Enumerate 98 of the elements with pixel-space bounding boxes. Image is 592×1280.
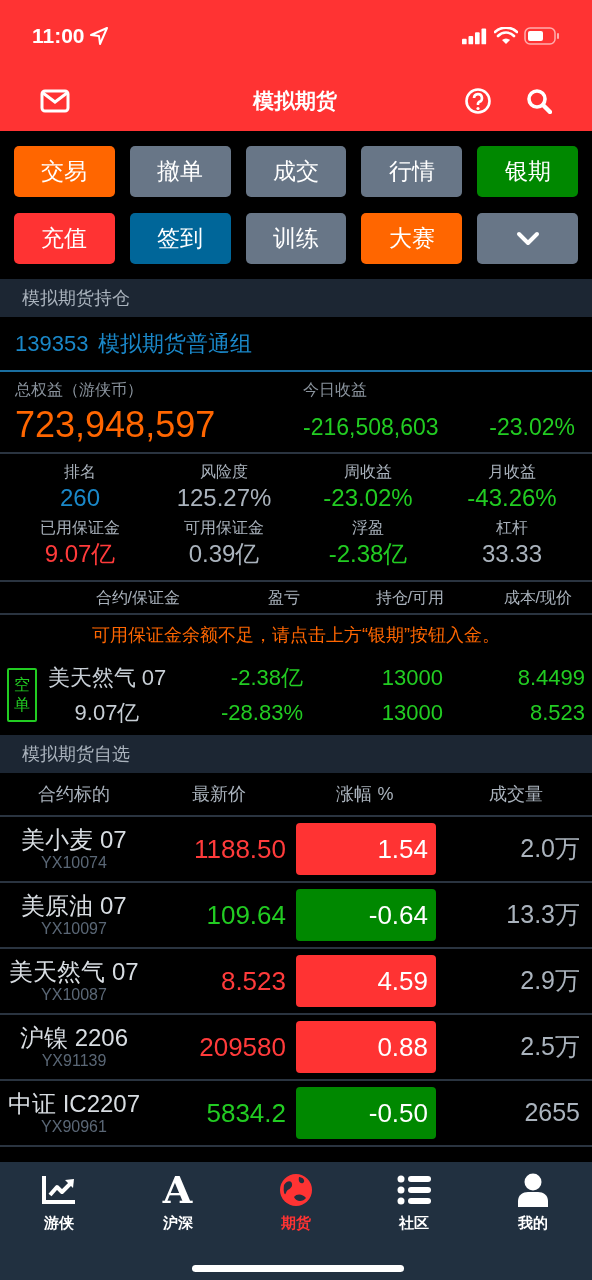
contract-name: 美天然气 07 [9,958,139,986]
change-value: -0.50 [296,1087,436,1139]
stat-label: 周收益 [344,462,392,482]
stat-value: -23.02% [323,483,413,513]
stat-value: 9.07亿 [44,539,116,569]
column-header: 合约标的 [37,782,111,806]
stat-label: 可用保证金 [184,518,264,538]
profit-loss: -2.38亿 [229,664,303,692]
stat-label: 杠杆 [496,518,528,538]
column-header: 持仓/可用 [374,587,445,608]
stat-value: 125.27% [176,483,272,513]
change-value: -0.64 [296,889,436,941]
mail-icon[interactable] [40,88,70,113]
chart-icon [41,1175,78,1205]
contract-name: 美小麦 07 [21,826,127,854]
letter-icon: A [162,1172,193,1208]
latest-price: 8.523 [219,964,287,998]
chevron-down-icon [515,230,540,247]
tab-bar-item[interactable]: A 沪深 [118,1172,237,1235]
stat-value: -43.26% [467,483,557,513]
stat-value: 0.39亿 [188,539,260,569]
action-button[interactable]: 交易 [14,146,115,197]
tab-bar-item[interactable]: 游侠 [0,1172,119,1235]
column-header: 盈亏 [267,587,301,608]
latest-price: 109.64 [205,898,287,932]
latest-price: 209580 [198,1030,287,1064]
action-button[interactable]: 行情 [361,146,463,197]
contract-code: YX90961 [41,1118,107,1136]
volume: 2.9万 [519,965,581,997]
stat-label: 风险度 [200,462,248,482]
signal-icon [462,27,488,45]
contract-name: 美原油 07 [21,892,127,920]
margin-value: 9.07亿 [73,699,141,727]
volume: 13.3万 [505,899,581,931]
section-title: 模拟期货自选 [22,742,130,766]
contract-code: YX10087 [41,986,107,1004]
latest-price: 1188.50 [192,832,287,866]
change-value: 4.59 [296,955,436,1007]
contract-code: YX10074 [41,854,107,872]
globe-icon [279,1173,313,1207]
contract-name: 美天然气 07 [46,664,168,692]
today-label: 今日收益 [303,380,368,400]
cost-price: 8.4499 [516,664,585,692]
contract-code: YX10097 [41,920,107,938]
holding-qty: 13000 [380,664,443,692]
action-button[interactable]: 银期 [477,146,578,197]
tab-bar-item[interactable]: 社区 [355,1172,474,1235]
account-group: 模拟期货普通组 [98,327,253,360]
profit-loss-percent: -28.83% [220,699,303,727]
action-button[interactable]: 充值 [14,213,115,264]
status-time: 11:00 [32,23,85,50]
current-price: 8.523 [528,699,585,727]
action-button[interactable]: 成交 [245,146,347,197]
change-value: 0.88 [296,1021,436,1073]
location-icon [88,26,109,46]
change-value: 1.54 [296,823,436,875]
latest-price: 5834.2 [205,1096,287,1130]
contract-name: 中证 IC2207 [7,1090,141,1118]
action-button[interactable]: 训练 [245,213,347,264]
action-button[interactable]: 签到 [129,213,231,264]
account-id: 139353 [15,330,89,358]
page-title: 模拟期货 [253,87,337,114]
search-icon[interactable] [526,87,552,114]
column-header: 最新价 [191,782,247,806]
action-button[interactable]: 撤单 [129,146,231,197]
column-header: 成本/现价 [502,587,573,608]
action-button[interactable]: 大赛 [361,213,463,264]
equity-value: 723,948,597 [15,403,217,447]
available-qty: 13000 [380,699,443,727]
contract-name: 沪镍 2206 [19,1024,129,1052]
wifi-icon [494,27,518,45]
column-header: 合约/保证金 [94,587,181,608]
tab-bar-item[interactable]: 我的 [473,1172,592,1235]
stat-value: 33.33 [481,539,543,569]
column-header: 涨幅 % [335,782,395,806]
person-icon [516,1173,549,1207]
stat-label: 月收益 [488,462,536,482]
stat-value: -2.38亿 [328,539,408,569]
volume: 2.5万 [519,1031,581,1063]
volume: 2655 [523,1097,581,1129]
today-percent: -23.02% [489,413,575,442]
stat-label: 浮盈 [352,518,384,538]
list-icon [397,1175,432,1205]
stat-label: 排名 [64,462,96,482]
section-title: 模拟期货持仓 [22,286,130,310]
help-icon[interactable] [464,86,492,115]
battery-icon [524,27,560,45]
today-value: -216,508,603 [303,413,439,442]
stat-label: 已用保证金 [40,518,120,538]
equity-label: 总权益（游侠币） [15,380,144,400]
position-badge: 空单 [7,668,37,722]
column-header: 成交量 [488,782,544,806]
volume: 2.0万 [519,833,581,865]
stat-value: 260 [59,483,100,513]
more-button[interactable] [477,213,578,264]
warning-text: 可用保证金余额不足，请点击上方“银期”按钮入金。 [91,623,501,647]
tab-bar-item[interactable]: 期货 [236,1172,356,1235]
contract-code: YX91139 [41,1052,107,1070]
